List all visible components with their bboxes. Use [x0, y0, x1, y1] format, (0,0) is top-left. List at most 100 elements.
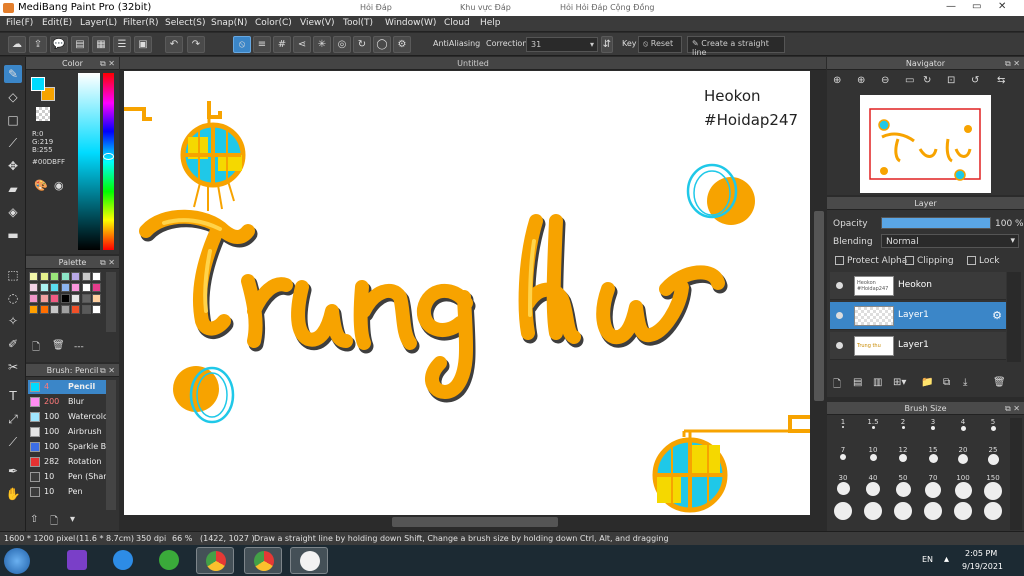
transparent-swatch[interactable] — [36, 107, 50, 121]
ellipse-snap-icon[interactable]: ◯ — [373, 36, 391, 53]
rotate-right-icon[interactable]: ↺ — [971, 75, 979, 86]
curve-snap-icon[interactable]: ↻ — [353, 36, 371, 53]
brush-item[interactable]: 200 Blur — [28, 395, 106, 409]
layer-scrollbar[interactable] — [1007, 272, 1021, 362]
brush-size-option[interactable]: 4 — [949, 418, 977, 446]
folder-icon[interactable]: 📁 — [921, 377, 933, 388]
panel-close-icon[interactable]: ⧉ ✕ — [100, 364, 115, 377]
layer-row[interactable]: Trung thu Layer1 — [830, 332, 1006, 360]
palette-swatch[interactable] — [50, 283, 59, 292]
taskbar-medibang[interactable] — [290, 547, 328, 574]
palette-swatch[interactable] — [60, 272, 70, 281]
brush-size-option[interactable]: 25 — [979, 446, 1007, 474]
brush-size-option[interactable] — [949, 502, 977, 530]
protect-alpha-checkbox[interactable] — [835, 256, 844, 265]
brush-menu-icon[interactable]: ▾ — [70, 514, 75, 525]
palette-swatch[interactable] — [60, 305, 70, 314]
gradient-tool-icon[interactable]: ▬ — [4, 226, 22, 244]
language-indicator[interactable]: EN — [922, 555, 933, 564]
share-icon[interactable]: ⇪ — [29, 36, 47, 53]
eyedropper-tool-icon[interactable]: ⟋ — [4, 433, 22, 451]
add-brush-icon[interactable]: ⇧ — [30, 514, 38, 525]
page-icon[interactable]: ▦ — [92, 36, 110, 53]
menu-tool[interactable]: Tool(T) — [343, 18, 373, 28]
dot-tool-icon[interactable]: ⟋ — [4, 134, 22, 152]
taskbar-chrome-window[interactable] — [244, 547, 282, 574]
palette-swatch[interactable] — [81, 305, 91, 314]
magic-wand-tool-icon[interactable]: ✧ — [4, 312, 22, 330]
palette-swatch[interactable] — [81, 294, 91, 303]
trash-icon[interactable]: 🗑 — [993, 377, 1006, 388]
menu-edit[interactable]: Edit(E) — [42, 18, 72, 28]
taskbar-chrome[interactable] — [196, 547, 234, 574]
vertical-scrollbar[interactable] — [812, 71, 826, 515]
bucket-tool-icon[interactable]: ◈ — [4, 203, 22, 221]
foreground-color-swatch[interactable] — [31, 77, 45, 91]
artboard[interactable]: Heokon #Hoidap247 — [124, 71, 810, 515]
brush-item[interactable]: 10 Pen (Sharp) — [28, 470, 108, 484]
palette-swatch[interactable] — [50, 272, 59, 281]
blending-dropdown[interactable]: Normal ▾ — [881, 234, 1019, 248]
palette-swatch[interactable] — [92, 305, 101, 314]
horizontal-scrollbar[interactable] — [120, 515, 812, 529]
undo-icon[interactable]: ↶ — [165, 36, 183, 53]
comment-icon[interactable]: 💬 — [50, 36, 68, 53]
brush-size-option[interactable] — [919, 502, 947, 530]
menu-layer[interactable]: Layer(L) — [80, 18, 117, 28]
flip-icon[interactable]: ⇆ — [997, 75, 1005, 86]
brush-size-option[interactable]: 100 — [949, 474, 977, 502]
brush-size-option[interactable]: 12 — [889, 446, 917, 474]
brush-size-option[interactable] — [889, 502, 917, 530]
actual-size-icon[interactable]: ▭ — [905, 75, 914, 86]
grid-snap-icon[interactable]: # — [273, 36, 291, 53]
list-icon[interactable]: ☰ — [113, 36, 131, 53]
palette-swatch[interactable] — [60, 294, 70, 303]
close-button[interactable]: ✕ — [998, 1, 1006, 12]
brush-item[interactable]: 100 Airbrush — [28, 425, 106, 439]
select-pen-tool-icon[interactable]: ✐ — [4, 335, 22, 353]
brush-size-option[interactable]: 15 — [919, 446, 947, 474]
palette-swatch[interactable] — [71, 305, 80, 314]
cloud-icon[interactable]: ☁ — [8, 36, 26, 53]
opacity-slider[interactable] — [881, 217, 991, 229]
palette-swatch[interactable] — [60, 283, 70, 292]
palette-swatch[interactable] — [50, 305, 59, 314]
create-straight-line-button[interactable]: ✎ Create a straight line — [687, 36, 785, 57]
fit-icon[interactable]: ⊡ — [947, 75, 955, 86]
brush-item[interactable]: 10 Pen — [28, 485, 106, 499]
brush-size-option[interactable] — [859, 502, 887, 530]
menu-help[interactable]: Help — [480, 18, 501, 28]
lasso-tool-icon[interactable]: ◌ — [4, 289, 22, 307]
text-tool-icon[interactable]: T — [4, 387, 22, 405]
menu-window[interactable]: Window(W) — [385, 18, 436, 28]
taskbar-internet-explorer[interactable] — [104, 547, 142, 574]
clock-time[interactable]: 2:05 PM — [965, 549, 997, 558]
document-icon[interactable]: ▤ — [71, 36, 89, 53]
export-icon[interactable]: ▣ — [134, 36, 152, 53]
snap-off-icon[interactable]: ⦸ — [233, 36, 251, 53]
brush-item[interactable]: 282 Rotation — [28, 455, 106, 469]
palette-swatch[interactable] — [39, 272, 49, 281]
palette-icon[interactable]: 🎨 — [34, 179, 48, 192]
panel-close-icon[interactable]: ⧉ ✕ — [1005, 402, 1020, 415]
hue-slider[interactable] — [103, 73, 114, 250]
brush-size-option[interactable]: 7 — [829, 446, 857, 474]
rectangle-tool-icon[interactable]: □ — [4, 111, 22, 129]
brush-size-option[interactable]: 150 — [979, 474, 1007, 502]
brush-size-option[interactable] — [979, 502, 1007, 530]
crosshair-snap-icon[interactable]: ✳ — [313, 36, 331, 53]
rotate-icon[interactable]: ↻ — [923, 75, 931, 86]
palette-swatch[interactable] — [39, 294, 49, 303]
browser-tab[interactable]: Hỏi Đáp — [360, 3, 392, 12]
brush-size-option[interactable]: 5 — [979, 418, 1007, 446]
menu-cloud[interactable]: Cloud — [444, 18, 470, 28]
color-picker-icon[interactable]: ◉ — [54, 179, 64, 192]
palette-scrollbar[interactable] — [106, 272, 116, 332]
palette-swatch[interactable] — [29, 272, 38, 281]
new-brush-icon[interactable]: 🗋 — [50, 514, 58, 531]
concentric-snap-icon[interactable]: ◎ — [333, 36, 351, 53]
navigation-tool-icon[interactable]: ✒ — [4, 462, 22, 480]
new-8bit-layer-icon[interactable]: ▥ — [873, 377, 882, 388]
clipping-checkbox[interactable] — [905, 256, 914, 265]
palette-swatch[interactable] — [71, 272, 80, 281]
